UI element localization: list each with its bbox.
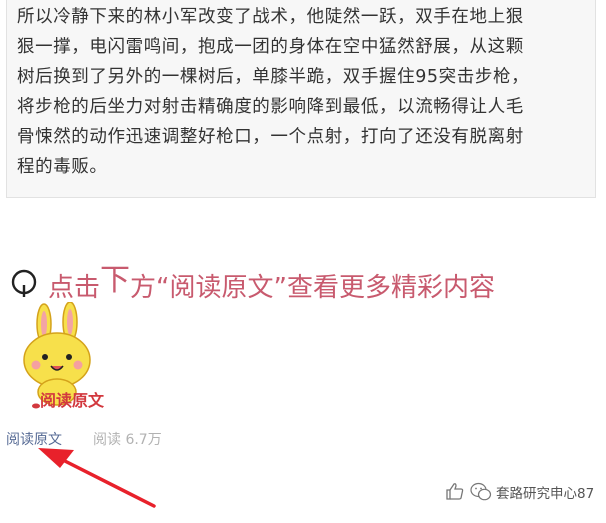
promo-suffix: 方“阅读原文”查看更多精彩内容 [130, 273, 495, 303]
promo-prefix: 点击 [48, 273, 101, 303]
promo-text: 点击下方“阅读原文”查看更多精彩内容 [48, 264, 495, 305]
mascot-label: 阅读原文 [40, 391, 105, 410]
quoted-paragraph-box: 所以冷静下来的林小军改变了战术，他陡然一跃，双手在地上狠 狠一撑，电闪雷鸣间，抱… [6, 0, 596, 198]
article-paragraph: 所以冷静下来的林小军改变了战术，他陡然一跃，双手在地上狠 狠一撑，电闪雷鸣间，抱… [17, 7, 530, 177]
pointer-circle-icon [11, 269, 37, 297]
red-arrow-icon [38, 448, 156, 508]
footer-actions: 套路研究申心87 [446, 481, 596, 507]
thumb-up-icon[interactable] [446, 482, 464, 500]
read-more-promo-banner: 点击下方“阅读原文”查看更多精彩内容 阅读原文 [0, 240, 606, 420]
wechat-icon [470, 482, 492, 501]
account-watermark: 套路研究申心87 [496, 486, 595, 502]
promo-highlight: 下 [100, 263, 131, 298]
